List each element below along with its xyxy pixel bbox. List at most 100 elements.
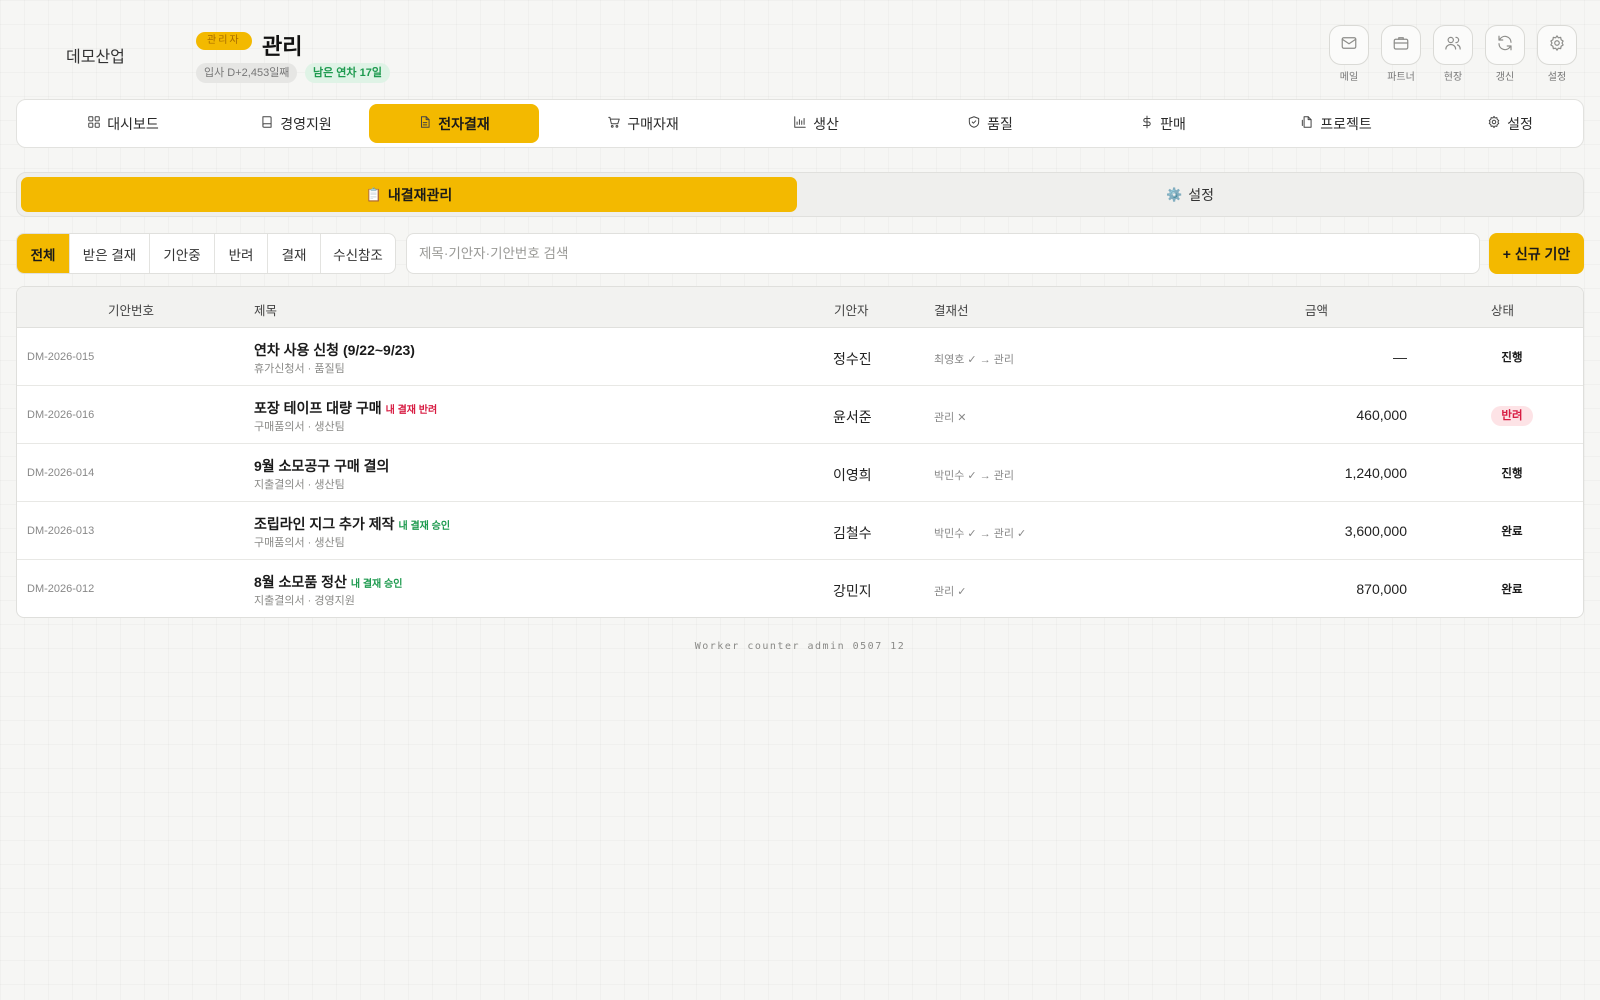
partner-button[interactable]: 파트너 — [1381, 25, 1423, 83]
row-amount: — — [1393, 349, 1407, 365]
row-doc-info: 휴가신청서 · 품질팀 — [254, 363, 345, 375]
tenure-badge: 입사 D+2,453일째 — [196, 63, 298, 83]
nav-purchase[interactable]: 구매자재 — [558, 104, 728, 143]
row-title: 조립라인 지그 추가 제작 내 결재 승인 — [254, 514, 450, 534]
col-line-header[interactable]: 결재선 — [934, 300, 969, 319]
row-title: 8월 소모품 정산 내 결재 승인 — [254, 572, 402, 592]
gear-icon: ⚙️ — [1166, 186, 1183, 202]
dollar-icon — [1140, 115, 1154, 132]
filter-all[interactable]: 전체 — [17, 234, 70, 273]
company-name[interactable]: 데모산업 — [66, 43, 125, 67]
users-icon — [1444, 34, 1462, 57]
nav-label: 프로젝트 — [1320, 115, 1372, 132]
site-button[interactable]: 현장 — [1433, 25, 1475, 83]
row-amount: 1,240,000 — [1344, 465, 1407, 481]
clipboard-icon: 📋 — [365, 186, 382, 202]
nav-sales[interactable]: 판매 — [1078, 104, 1248, 143]
row-amount: 460,000 — [1356, 407, 1407, 423]
nav-label: 전자결재 — [438, 115, 490, 132]
shield-icon — [967, 115, 981, 132]
row-doc-info: 구매품의서 · 생산팀 — [254, 537, 345, 549]
my-decision-tag: 내 결재 승인 — [350, 579, 403, 590]
mail-label: 메일 — [1339, 72, 1359, 83]
row-drafter: 이영희 — [833, 467, 872, 483]
table-row[interactable]: DM-2026-015 연차 사용 신청 (9/22~9/23) 휴가신청서 ·… — [17, 328, 1583, 386]
table-header: 기안번호 제목 기안자 결재선 금액 상태 — [17, 287, 1583, 328]
role-badge: 관리자 — [196, 32, 252, 50]
table-row[interactable]: DM-2026-012 8월 소모품 정산 내 결재 승인 지출결의서 · 경영지… — [17, 560, 1583, 617]
partner-label: 파트너 — [1387, 72, 1415, 83]
status-filter-group: 전체 받은 결재 기안중 반려 결재 수신참조 — [16, 233, 396, 274]
status-badge: 진행 — [1501, 352, 1523, 364]
user-name: 관리 — [262, 34, 303, 59]
mail-icon — [1340, 34, 1358, 57]
table-row[interactable]: DM-2026-014 9월 소모공구 구매 결의 지출결의서 · 생산팀 이영… — [17, 444, 1583, 502]
main-nav: 대시보드 경영지원 전자결재 구매자재 생산 품질 판매 프로젝트 설정 — [16, 99, 1584, 148]
row-approval-line: 최영호 ✓ → 관리 — [934, 354, 1014, 366]
filter-cc[interactable]: 수신참조 — [321, 234, 395, 273]
filter-approved[interactable]: 결재 — [268, 234, 321, 273]
nav-label: 구매자재 — [627, 115, 679, 132]
row-title: 9월 소모공구 구매 결의 — [254, 456, 389, 476]
mail-button[interactable]: 메일 — [1329, 25, 1371, 83]
row-doc-info: 구매품의서 · 생산팀 — [254, 421, 345, 433]
book-icon — [260, 115, 274, 132]
row-id: DM-2026-016 — [27, 409, 95, 421]
status-badge: 완료 — [1501, 526, 1523, 538]
row-id: DM-2026-014 — [27, 467, 95, 479]
col-title-header[interactable]: 제목 — [254, 300, 277, 319]
cart-icon — [607, 115, 621, 132]
row-title: 포장 테이프 대량 구매 내 결재 반려 — [254, 398, 437, 418]
nav-settings[interactable]: 설정 — [1425, 104, 1595, 143]
nav-label: 설정 — [1507, 115, 1533, 132]
row-amount: 3,600,000 — [1344, 523, 1407, 539]
refresh-icon — [1496, 34, 1514, 57]
app-header: 데모산업 관리자 관리 입사 D+2,453일째 남은 연차 17일 메일 파트… — [0, 0, 1600, 98]
filter-received[interactable]: 받은 결재 — [70, 234, 150, 273]
col-amount-header[interactable]: 금액 — [1305, 300, 1328, 319]
nav-quality[interactable]: 품질 — [905, 104, 1075, 143]
new-draft-button[interactable]: + 신규 기안 — [1489, 233, 1584, 274]
tab-label: 내결재관리 — [387, 186, 453, 203]
settings-label: 설정 — [1547, 72, 1567, 83]
col-status-header[interactable]: 상태 — [1491, 300, 1514, 319]
status-badge: 진행 — [1501, 468, 1523, 480]
chart-icon — [793, 115, 807, 132]
table-row[interactable]: DM-2026-013 조립라인 지그 추가 제작 내 결재 승인 구매품의서 ·… — [17, 502, 1583, 560]
row-id: DM-2026-015 — [27, 351, 95, 363]
row-title: 연차 사용 신청 (9/22~9/23) — [254, 340, 415, 360]
row-doc-info: 지출결의서 · 경영지원 — [254, 595, 355, 607]
sub-tabs: 📋 내결재관리 ⚙️ 설정 — [16, 172, 1584, 217]
refresh-button[interactable]: 갱신 — [1485, 25, 1527, 83]
nav-project[interactable]: 프로젝트 — [1251, 104, 1421, 143]
filter-rejected[interactable]: 반려 — [215, 234, 268, 273]
nav-approval[interactable]: 전자결재 — [369, 104, 539, 143]
row-approval-line: 관리 ✕ — [934, 412, 967, 424]
nav-management[interactable]: 경영지원 — [211, 104, 381, 143]
filter-drafting[interactable]: 기안중 — [150, 234, 215, 273]
footer-counter: Worker counter admin 0507 12 — [694, 641, 906, 652]
col-drafter-header[interactable]: 기안자 — [834, 300, 869, 319]
table-row[interactable]: DM-2026-016 포장 테이프 대량 구매 내 결재 반려 구매품의서 · … — [17, 386, 1583, 444]
row-title-text: 9월 소모공구 구매 결의 — [254, 458, 390, 474]
row-amount: 870,000 — [1356, 581, 1407, 597]
tab-label: 설정 — [1188, 186, 1214, 203]
row-id: DM-2026-013 — [27, 525, 95, 537]
row-drafter: 김철수 — [833, 525, 872, 541]
nav-label: 판매 — [1160, 115, 1186, 132]
search-input[interactable] — [406, 233, 1480, 274]
nav-label: 생산 — [813, 115, 839, 132]
settings-button[interactable]: 설정 — [1537, 25, 1579, 83]
row-drafter: 강민지 — [833, 583, 872, 599]
nav-production[interactable]: 생산 — [731, 104, 901, 143]
gear-icon — [1487, 115, 1501, 132]
row-title-text: 포장 테이프 대량 구매 — [254, 400, 382, 416]
my-decision-tag: 내 결재 반려 — [385, 405, 438, 416]
tab-my-approvals[interactable]: 📋 내결재관리 — [21, 177, 797, 212]
briefcase-icon — [1392, 34, 1410, 57]
nav-dashboard[interactable]: 대시보드 — [38, 104, 208, 143]
col-id-header[interactable]: 기안번호 — [108, 300, 154, 319]
refresh-label: 갱신 — [1495, 72, 1515, 83]
tab-settings[interactable]: ⚙️ 설정 — [801, 177, 1579, 212]
row-title-text: 8월 소모품 정산 — [254, 574, 347, 590]
